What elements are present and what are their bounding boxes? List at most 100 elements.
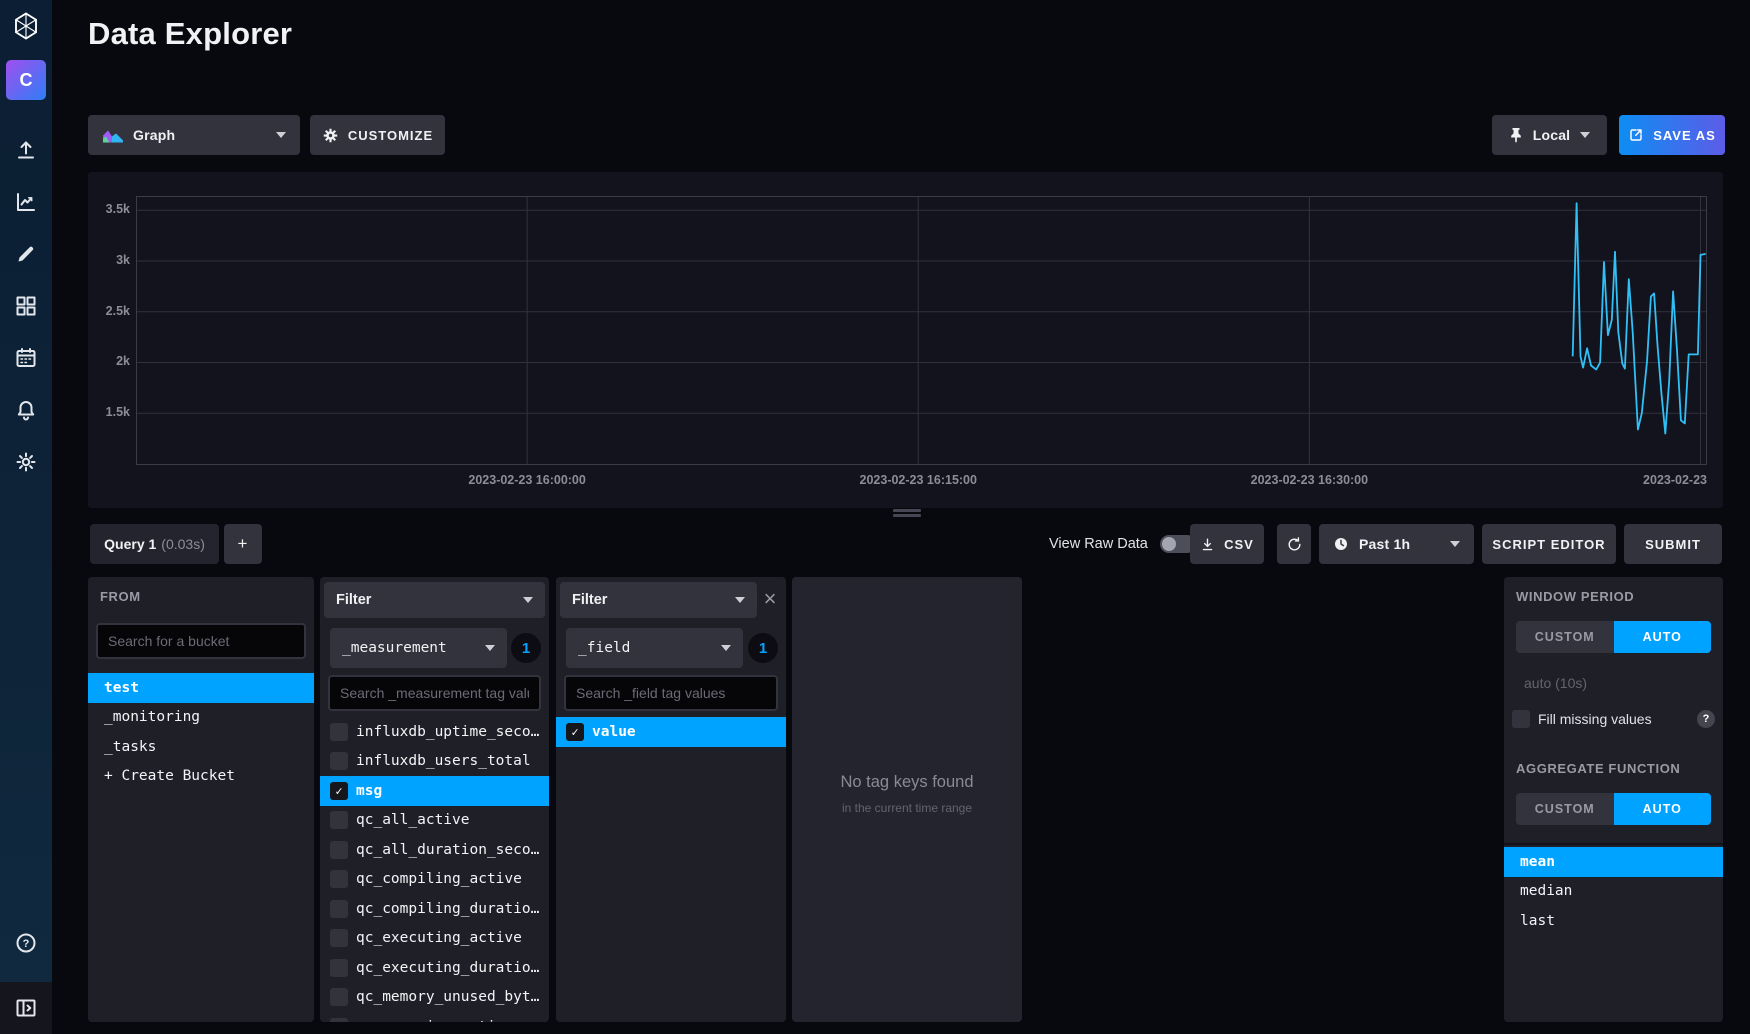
calendar-icon (14, 346, 38, 370)
aggregate-auto-button[interactable]: AUTO (1614, 793, 1712, 825)
checkbox[interactable] (330, 929, 348, 947)
window-period-segmented: CUSTOM AUTO (1516, 621, 1711, 653)
help-icon: ? (14, 931, 38, 955)
org-avatar[interactable]: C (6, 60, 46, 100)
filter-label: Filter (336, 592, 371, 608)
measurement-item[interactable]: qc_all_duration_seconds (320, 835, 549, 865)
aggregate-function-item[interactable]: median (1504, 877, 1723, 907)
checkbox[interactable] (330, 1018, 348, 1022)
measurement-item[interactable]: qc_compiling_duration_seconds (320, 894, 549, 924)
measurement-item[interactable]: qc_executing_active (320, 924, 549, 954)
query-tab[interactable]: Query 1 (0.03s) (90, 524, 219, 564)
checkbox[interactable] (330, 959, 348, 977)
tag-value-label: qc_executing_active (356, 930, 549, 946)
query-duration: (0.03s) (161, 536, 205, 552)
filter-type-dropdown[interactable]: Filter (324, 582, 545, 618)
measurement-item[interactable]: ✓msg (320, 776, 549, 806)
script-editor-button[interactable]: SCRIPT EDITOR (1482, 524, 1616, 564)
checkbox[interactable]: ✓ (566, 723, 584, 741)
fill-missing-row: Fill missing values ? (1512, 709, 1715, 729)
y-tick-label: 2.5k (88, 304, 130, 318)
chevron-down-icon (1450, 541, 1460, 547)
sidebar-item-notebooks[interactable] (0, 228, 52, 280)
tag-value-label: qc_executing_duration_seconds (356, 960, 549, 976)
checkbox[interactable] (330, 811, 348, 829)
measurement-item[interactable]: qc_queueing_active (320, 1012, 549, 1022)
refresh-button[interactable] (1277, 524, 1311, 564)
tag-value-label: qc_compiling_active (356, 871, 549, 887)
measurement-item[interactable]: qc_executing_duration_seconds (320, 953, 549, 983)
time-range-dropdown[interactable]: Past 1h (1319, 524, 1474, 564)
bucket-item[interactable]: _tasks (88, 732, 314, 762)
influxdb-logo-icon[interactable] (0, 0, 52, 52)
measurement-item[interactable]: qc_memory_unused_bytes (320, 983, 549, 1013)
submit-button[interactable]: SUBMIT (1624, 524, 1722, 564)
chevron-down-icon (485, 645, 495, 651)
field-search-input[interactable] (564, 675, 778, 711)
sidebar-item-load-data[interactable] (0, 124, 52, 176)
checkbox[interactable] (330, 988, 348, 1006)
tag-value-label: qc_memory_unused_bytes (356, 989, 549, 1005)
view-type-dropdown[interactable]: Graph (88, 115, 300, 155)
field-key-dropdown[interactable]: _field (566, 628, 743, 668)
gear-icon (322, 127, 339, 144)
checkbox[interactable] (330, 841, 348, 859)
aggregate-function-item[interactable]: last (1504, 906, 1723, 936)
y-tick-label: 3.5k (88, 202, 130, 216)
field-key-label: _field (578, 640, 630, 656)
chart-svg (136, 196, 1707, 465)
measurement-key-dropdown[interactable]: _measurement (330, 628, 507, 668)
chevron-down-icon (735, 597, 745, 603)
fill-missing-checkbox[interactable] (1512, 710, 1530, 728)
tag-value-label: value (592, 724, 786, 740)
question-icon[interactable]: ? (1697, 710, 1715, 728)
sidebar-expand-button[interactable] (0, 982, 52, 1034)
upload-icon (14, 138, 38, 162)
checkbox[interactable] (330, 723, 348, 741)
aggregate-title: AGGREGATE FUNCTION (1516, 761, 1680, 776)
bucket-item[interactable]: _monitoring (88, 703, 314, 733)
x-tick-label: 2023-02-23 16:30:00 (1251, 473, 1368, 487)
sidebar-item-alerts[interactable] (0, 384, 52, 436)
refresh-icon (1286, 536, 1303, 553)
aggregate-custom-button[interactable]: CUSTOM (1516, 793, 1614, 825)
csv-button[interactable]: CSV (1190, 524, 1264, 564)
window-custom-button[interactable]: CUSTOM (1516, 621, 1614, 653)
checkbox[interactable]: ✓ (330, 782, 348, 800)
sidebar-item-data-explorer[interactable] (0, 176, 52, 228)
local-dropdown[interactable]: Local (1492, 115, 1607, 155)
save-as-button[interactable]: SAVE AS (1619, 115, 1725, 155)
add-query-button[interactable]: + (224, 524, 262, 564)
customize-label: CUSTOMIZE (348, 128, 433, 143)
bucket-item[interactable]: + Create Bucket (88, 762, 314, 792)
view-type-label: Graph (133, 127, 175, 143)
local-label: Local (1533, 127, 1571, 143)
chart-plot[interactable] (136, 196, 1707, 465)
close-icon[interactable]: × (759, 589, 781, 611)
aggregate-function-item[interactable]: mean (1504, 847, 1723, 877)
bucket-search-input[interactable] (96, 623, 306, 659)
sidebar-item-tasks[interactable] (0, 332, 52, 384)
sidebar-item-dashboards[interactable] (0, 280, 52, 332)
measurement-item[interactable]: influxdb_uptime_seconds (320, 717, 549, 747)
bucket-item[interactable]: test (88, 673, 314, 703)
field-item[interactable]: ✓ value (556, 717, 786, 747)
window-auto-button[interactable]: AUTO (1614, 621, 1712, 653)
fill-missing-label: Fill missing values (1538, 711, 1652, 727)
measurement-item[interactable]: influxdb_users_total (320, 747, 549, 777)
graph-type-icon (102, 127, 124, 144)
measurement-item[interactable]: qc_compiling_active (320, 865, 549, 895)
sidebar-item-settings[interactable] (0, 436, 52, 488)
sidebar-item-help[interactable]: ? (0, 917, 52, 969)
checkbox[interactable] (330, 870, 348, 888)
measurement-item[interactable]: qc_all_active (320, 806, 549, 836)
resize-handle[interactable] (893, 509, 921, 518)
filter-type-dropdown[interactable]: Filter (560, 582, 757, 618)
checkbox[interactable] (330, 900, 348, 918)
customize-button[interactable]: CUSTOMIZE (310, 115, 445, 155)
pin-icon (1509, 127, 1523, 143)
csv-label: CSV (1224, 537, 1254, 552)
measurement-search-input[interactable] (328, 675, 541, 711)
tag-keys-panel: No tag keys found in the current time ra… (792, 577, 1022, 1022)
checkbox[interactable] (330, 752, 348, 770)
